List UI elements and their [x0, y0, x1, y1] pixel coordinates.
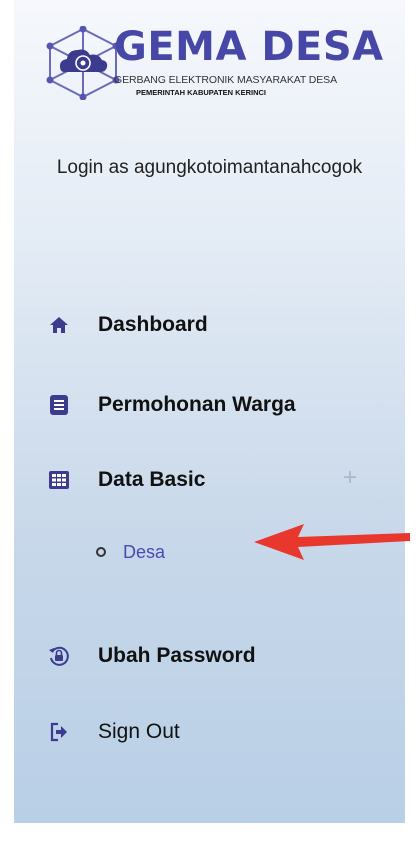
nav-item-ubah-password[interactable]: Ubah Password: [48, 641, 256, 671]
network-cloud-logo-icon: [46, 26, 120, 100]
app-title: GEMA DESA: [114, 24, 384, 70]
home-icon: [48, 314, 70, 336]
nav-item-permohonan-warga[interactable]: Permohonan Warga: [48, 390, 296, 420]
submenu-item-desa[interactable]: Desa: [96, 540, 165, 564]
table-grid-icon: [48, 469, 70, 491]
nav-label-data-basic: Data Basic: [98, 468, 206, 491]
nav-label-sign-out: Sign Out: [98, 720, 180, 743]
app-logo[interactable]: GEMA DESA GERBANG ELEKTRONIK MASYARAKAT …: [44, 22, 384, 104]
lock-reset-icon: [48, 645, 70, 667]
circle-bullet-icon: [96, 547, 106, 557]
sidebar: GEMA DESA GERBANG ELEKTRONIK MASYARAKAT …: [14, 0, 410, 823]
nav-label-ubah-password: Ubah Password: [98, 644, 256, 667]
nav-item-sign-out[interactable]: Sign Out: [48, 717, 180, 747]
nav-item-data-basic[interactable]: Data Basic: [48, 465, 205, 495]
app-subtitle: GERBANG ELEKTRONIK MASYARAKAT DESA: [114, 74, 337, 86]
submenu-label-desa: Desa: [123, 541, 166, 562]
document-icon: [48, 394, 70, 416]
expand-toggle-icon[interactable]: +: [343, 466, 357, 490]
sign-out-icon: [48, 721, 70, 743]
nav-label-permohonan-warga: Permohonan Warga: [98, 393, 296, 416]
nav-label-dashboard: Dashboard: [98, 313, 208, 336]
government-name: PEMERINTAH KABUPATEN KERINCI: [136, 88, 267, 97]
nav-item-dashboard[interactable]: Dashboard: [48, 310, 208, 340]
annotation-arrow-icon: [254, 524, 410, 560]
login-status: Login as agungkotoimantanahcogok: [56, 157, 363, 178]
